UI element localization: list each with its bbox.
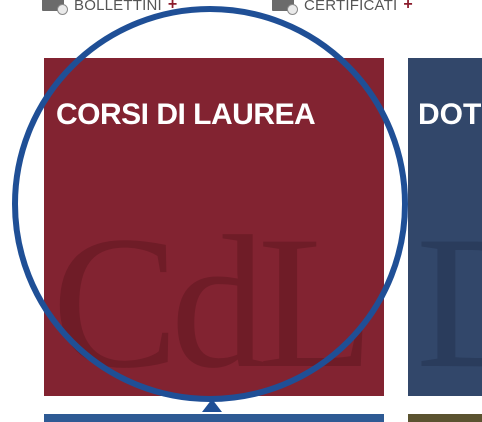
document-icon	[42, 0, 68, 15]
magnifier-circle	[12, 6, 408, 402]
dottorati-title: DOT	[418, 98, 482, 131]
dottorati-tile[interactable]: D DOT	[408, 58, 482, 396]
certificati-label: CERTIFICATI	[304, 0, 398, 14]
dottorati-watermark: D	[416, 208, 482, 396]
certificati-link[interactable]: CERTIFICATI +	[272, 0, 413, 16]
bollettini-label: BOLLETTINI	[74, 0, 162, 14]
next-tile-blue[interactable]	[44, 414, 384, 422]
plus-icon: +	[403, 0, 413, 13]
certificate-icon	[272, 0, 298, 15]
magnifier-pointer-icon	[202, 399, 222, 412]
next-tile-olive[interactable]	[408, 414, 482, 422]
